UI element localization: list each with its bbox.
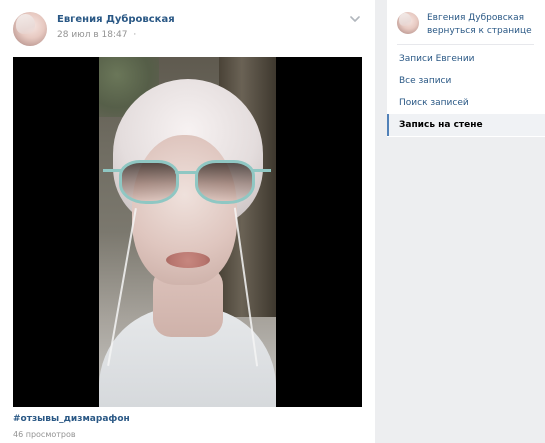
panel-divider [397,44,534,45]
video-subject-lips [166,252,210,268]
sunglasses-lens-right [195,160,255,204]
sunglasses-lens-left [119,160,179,204]
menu-item-wall-post[interactable]: Запись на стене [387,114,545,136]
return-to-page-link[interactable]: вернуться к странице [427,26,532,36]
wall-menu: Записи Евгении Все записи Поиск записей … [387,48,545,136]
post-date[interactable]: 28 июл в 18:47 [57,30,127,40]
post-hashtag-link[interactable]: #отзывы_дизмарафон [13,414,130,424]
video-player[interactable] [13,57,362,407]
profile-avatar[interactable] [397,12,419,34]
video-frame [99,57,276,407]
menu-item-search-posts[interactable]: Поиск записей [387,92,545,114]
post-author-name[interactable]: Евгения Дубровская [57,14,175,25]
author-avatar[interactable] [13,12,47,46]
date-separator-icon: · [133,30,137,40]
menu-item-user-posts[interactable]: Записи Евгении [387,48,545,70]
profile-name-link[interactable]: Евгения Дубровская [427,13,524,23]
sunglasses-bridge [175,171,197,174]
sunglasses-temple-right [253,169,271,172]
menu-item-all-posts[interactable]: Все записи [387,70,545,92]
post-views-count: 46 просмотров [13,430,76,439]
avatar-image [16,13,36,35]
post-date-row: 28 июл в 18:47 · [57,30,136,40]
sunglasses-temple-left [103,169,121,172]
wall-navigation-panel: Евгения Дубровская вернуться к странице … [387,0,545,137]
avatar-image [399,13,412,27]
wall-post: Евгения Дубровская 28 июл в 18:47 · #отз… [0,0,375,443]
chevron-down-icon[interactable] [350,15,360,23]
